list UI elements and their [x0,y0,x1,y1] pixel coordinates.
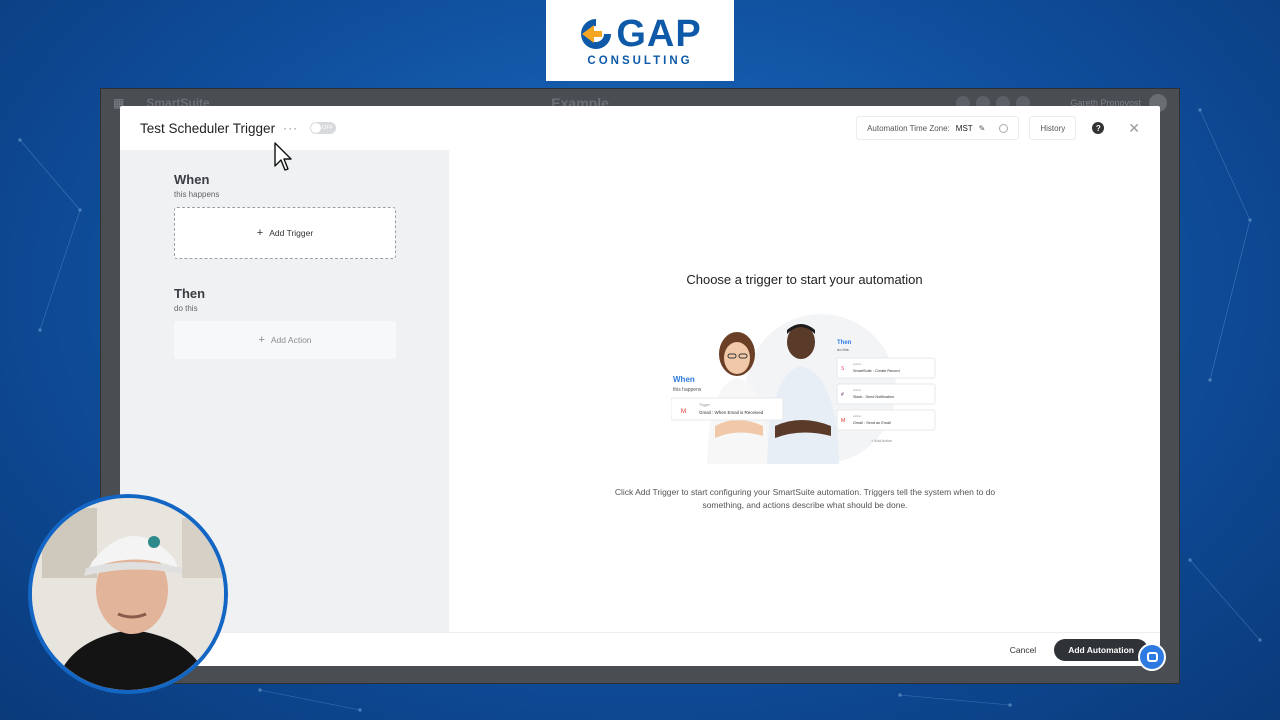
illus-then-title: Then [837,340,852,346]
toggle-label: OFF [322,125,334,131]
timezone-button[interactable]: Automation Time Zone: MST ✎ [856,116,1020,140]
illus-then-sub: do this [837,347,849,352]
automation-modal: Test Scheduler Trigger ··· OFF Automatio… [120,106,1160,666]
modal-footer: Cancel Add Automation [120,632,1160,666]
when-title: When [174,172,210,187]
presenter-webcam [28,494,228,694]
automation-toggle[interactable]: OFF [310,122,337,134]
timezone-label: Automation Time Zone: [867,123,950,133]
plus-icon: + [256,227,264,239]
close-icon[interactable]: ✕ [1128,121,1140,135]
presenter-image [32,498,224,690]
when-subtitle: this happens [174,190,220,199]
history-button[interactable]: History [1029,116,1077,140]
illus-when-sub: this happens [673,387,702,393]
more-options-icon[interactable]: ··· [283,121,298,135]
add-trigger-label: Add Trigger [269,228,314,238]
empty-state-title: Choose a trigger to start your automatio… [686,272,923,287]
plus-icon: + [258,334,265,346]
illus-trigger-tag: Trigger [699,403,711,407]
illus-action-tag: Action [853,388,862,392]
add-action-button[interactable]: + Add Action [174,321,396,359]
timezone-value: MST [955,123,973,133]
then-subtitle: do this [174,304,198,313]
chat-support-button[interactable] [1138,643,1166,671]
pencil-icon[interactable]: ✎ [979,124,986,133]
illus-action-text: Gmail : Send an Email [853,421,891,425]
illus-add-action: + Add Action [871,439,892,443]
illus-action-text: SmartSuite : Create Record [853,369,900,373]
illus-action-text: Slack : Send Notification [853,395,894,399]
illus-action-tag: Action [853,362,862,366]
cancel-button[interactable]: Cancel [1010,645,1036,655]
mouse-cursor-icon [274,142,292,171]
add-automation-button[interactable]: Add Automation [1054,638,1148,661]
automation-illustration: When this happens M Trigger Gmail : When… [671,314,936,464]
chat-icon [1146,652,1158,662]
logo-arrow-icon [581,18,612,49]
gap-consulting-logo: GAP CONSULTING [546,0,734,81]
add-trigger-button[interactable]: + Add Trigger [174,207,396,259]
illus-action-tag: Action [853,414,862,418]
logo-text: GAP [616,12,702,55]
empty-state-description: Click Add Trigger to start configuring y… [614,487,996,510]
then-title: Then [174,286,206,301]
header-actions: Automation Time Zone: MST ✎ History ? ✕ [856,116,1140,140]
slack-icon: # [841,392,844,398]
logo-subtitle: CONSULTING [587,54,693,67]
automation-title[interactable]: Test Scheduler Trigger [140,121,275,136]
gmail-icon: M [681,409,686,415]
gmail-icon: M [841,418,845,424]
empty-state-pane: Choose a trigger to start your automatio… [449,150,1160,632]
illus-when-title: When [673,375,695,384]
illus-trigger-text: Gmail : When Email is Received [699,410,764,415]
help-icon[interactable]: ? [1092,122,1105,134]
add-action-label: Add Action [270,335,312,345]
info-icon[interactable] [999,123,1009,133]
